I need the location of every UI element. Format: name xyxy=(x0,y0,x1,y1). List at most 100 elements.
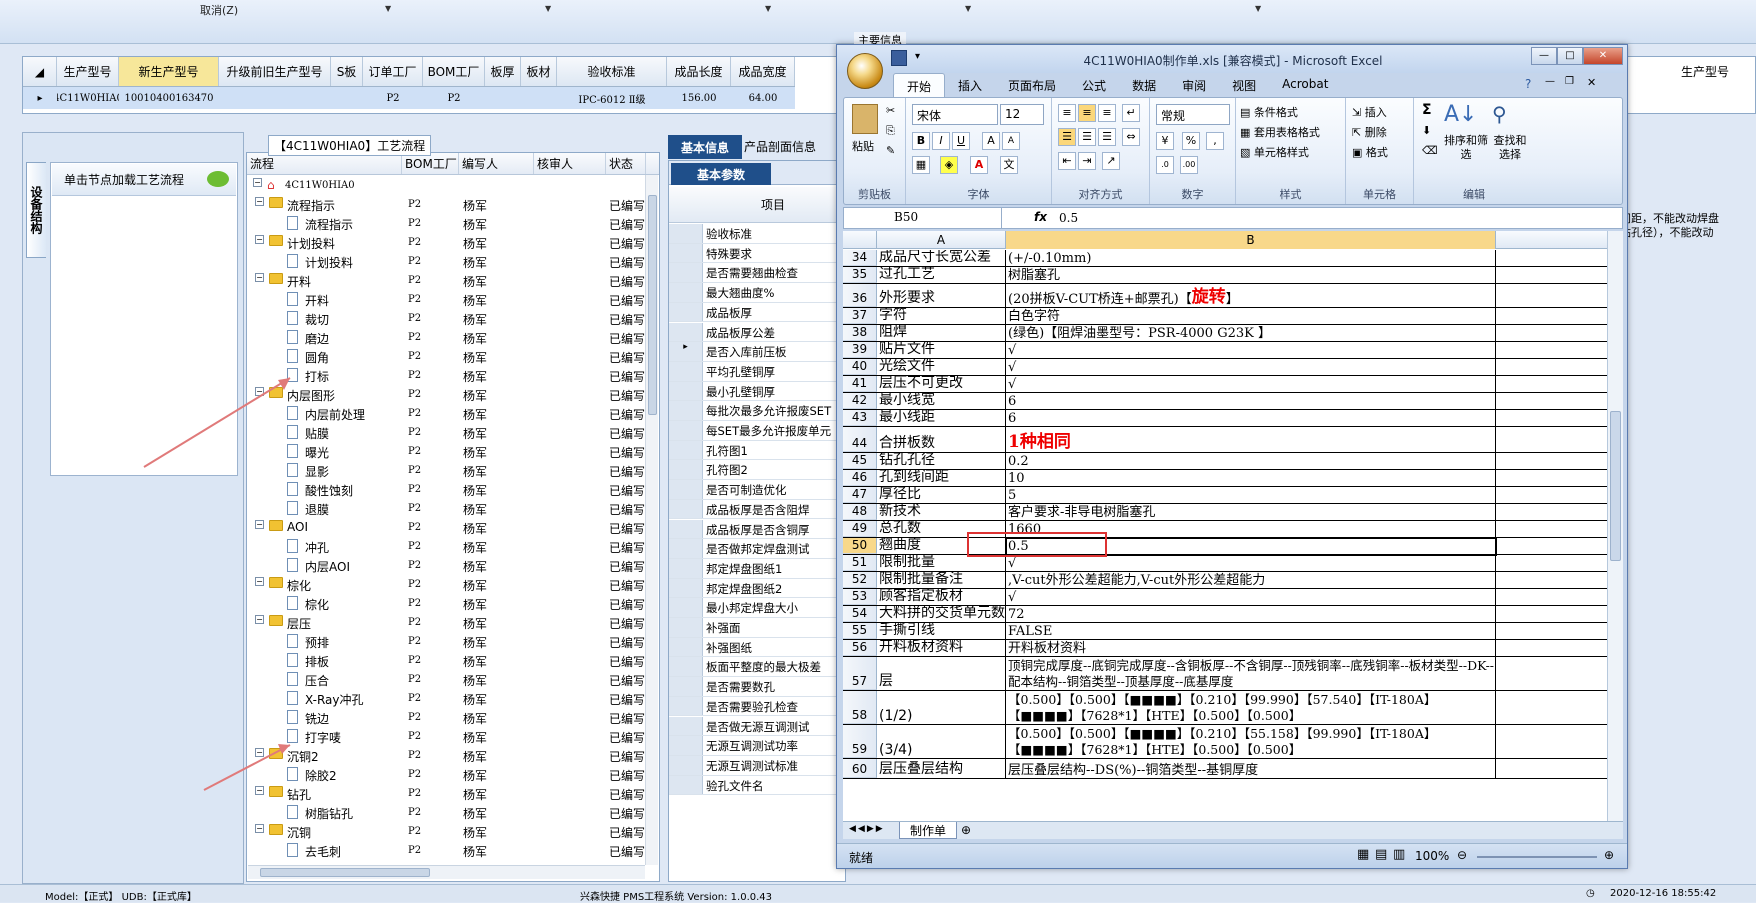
row-header[interactable]: 44 xyxy=(843,427,877,452)
sheet-row[interactable]: 51 限制批量 √ xyxy=(843,555,1623,572)
cell-b[interactable]: 6 xyxy=(1006,393,1496,409)
cell-a[interactable]: 贴片文件 xyxy=(877,342,1006,358)
conditional-format-button[interactable]: ▤ 条件格式 xyxy=(1240,104,1298,120)
param-row[interactable]: 每SET最多允许报废单元 xyxy=(669,421,845,441)
find-select-icon[interactable]: ⚲ xyxy=(1492,102,1507,126)
tree-node[interactable]: 开料 P2 杨军 已编写 xyxy=(247,290,647,309)
param-row[interactable]: 补强图纸 xyxy=(669,637,845,658)
param-row[interactable]: ▸ 是否入库前压板 xyxy=(669,342,845,362)
param-row[interactable]: 成品板厚公差 xyxy=(669,322,845,343)
cell-width[interactable]: 64.00 xyxy=(731,87,795,109)
format-painter-icon[interactable]: ✎ xyxy=(886,144,895,157)
cell-a[interactable]: 光绘文件 xyxy=(877,359,1006,375)
row-header[interactable]: 35 xyxy=(843,267,877,283)
param-row[interactable]: 无源互调测试功率 xyxy=(669,736,845,756)
cell-thickness[interactable] xyxy=(485,87,521,109)
sheet-row[interactable]: 55 手撕引线 FALSE xyxy=(843,623,1623,640)
tab-data[interactable]: 数据 xyxy=(1119,73,1169,97)
tab-formulas[interactable]: 公式 xyxy=(1069,73,1119,97)
close-button[interactable]: ✕ xyxy=(1583,47,1623,65)
select-all-corner[interactable] xyxy=(843,231,877,249)
tree-col-header[interactable]: 流程 xyxy=(247,153,402,174)
paste-icon[interactable] xyxy=(852,104,878,134)
param-row[interactable]: 板面平整度的最大极差 xyxy=(669,657,845,678)
tree-node[interactable]: 流程指示 P2 杨军 已编写 xyxy=(247,214,647,233)
sheet-row[interactable]: 34 成品尺寸长宽公差 (+/-0.10mm) xyxy=(843,250,1623,267)
tree-node[interactable]: 磨边 P2 杨军 已编写 xyxy=(247,328,647,347)
sheet-row[interactable]: 59 (3/4) 【0.500】【0.500】【■■■■】【0.210】【55.15… xyxy=(843,725,1623,759)
cell-s-board[interactable] xyxy=(331,87,363,109)
tree-node[interactable]: 裁切 P2 杨军 已编写 xyxy=(247,309,647,328)
tree-node[interactable]: − 计划投料 P2 杨军 已编写 xyxy=(247,233,647,252)
percent-icon[interactable]: % xyxy=(1182,132,1200,150)
cell-a[interactable]: 过孔工艺 xyxy=(877,267,1006,283)
cell-prod-model[interactable]: 4C11W0HIA0 xyxy=(57,87,119,109)
sort-filter-button[interactable]: 排序和筛选 xyxy=(1444,134,1488,162)
cell-a[interactable]: 字符 xyxy=(877,308,1006,324)
chevron-down-icon[interactable]: ▼ xyxy=(965,4,971,13)
cell-b[interactable]: 6 xyxy=(1006,410,1496,426)
tab-view[interactable]: 视图 xyxy=(1219,73,1269,97)
number-format-select[interactable]: 常规 xyxy=(1156,104,1230,125)
sheet-row[interactable]: 56 开料板材资料 开料板材资料 xyxy=(843,640,1623,657)
delete-cells-button[interactable]: ⇱ 删除 xyxy=(1352,124,1387,140)
name-box[interactable]: B50 xyxy=(844,208,1002,228)
cell-b[interactable]: (绿色)【阻焊油墨型号：PSR-4000 G23K 】 xyxy=(1006,325,1496,341)
cell-a[interactable]: 外形要求 xyxy=(877,284,1006,307)
minimize-button[interactable]: — xyxy=(1531,47,1557,65)
cell-bom-factory[interactable]: P2 xyxy=(423,87,485,109)
merge-icon[interactable]: ⇔ xyxy=(1122,128,1140,146)
tree-root[interactable]: − ⌂ 4C11W0HIA0 xyxy=(247,176,647,195)
grid-col-header[interactable]: 订单工厂 xyxy=(363,57,423,86)
underline-icon[interactable]: U xyxy=(952,132,970,150)
cell-a[interactable]: 合拼板数 xyxy=(877,427,1006,452)
cell-b[interactable]: 0.2 xyxy=(1006,453,1496,469)
fill-color-icon[interactable]: ◈ xyxy=(940,156,958,174)
clear-icon[interactable]: ⌫ xyxy=(1422,144,1438,157)
param-row[interactable]: 最小孔壁铜厚 xyxy=(669,381,845,402)
format-as-table-button[interactable]: ▦ 套用表格格式 xyxy=(1240,124,1320,140)
row-header[interactable]: 40 xyxy=(843,359,877,375)
row-header[interactable]: 50 xyxy=(843,538,877,554)
font-size-select[interactable]: 12 xyxy=(1000,104,1044,125)
format-cells-button[interactable]: ▣ 格式 xyxy=(1352,144,1388,160)
param-row[interactable]: 孔符图2 xyxy=(669,460,845,481)
shrink-font-icon[interactable]: A xyxy=(1002,132,1020,150)
increase-decimal-icon[interactable]: .0 xyxy=(1156,156,1174,174)
cell-b[interactable]: √ xyxy=(1006,376,1496,392)
chevron-down-icon[interactable]: ▼ xyxy=(545,4,551,13)
align-right-icon[interactable]: ☰ xyxy=(1098,128,1116,146)
autosum-icon[interactable]: Σ xyxy=(1422,102,1432,118)
excel-titlebar[interactable]: 4C11W0HIA0制作单.xls [兼容模式] - Microsoft Exc… xyxy=(837,45,1627,73)
row-header[interactable]: 39 xyxy=(843,342,877,358)
cell-a[interactable]: 限制批量备注 xyxy=(877,572,1006,588)
row-header[interactable]: 46 xyxy=(843,470,877,486)
cell-b[interactable]: 层压叠层结构--DS(%)--铜箔类型--基铜厚度 xyxy=(1006,759,1496,778)
tree-col-header[interactable]: 编写人 xyxy=(459,153,534,174)
column-header-a[interactable]: A xyxy=(877,231,1006,249)
row-header[interactable]: 53 xyxy=(843,589,877,605)
decrease-decimal-icon[interactable]: .00 xyxy=(1180,156,1198,174)
sheet-row[interactable]: 35 过孔工艺 树脂塞孔 xyxy=(843,267,1623,284)
sheet-nav-icon[interactable]: ◀◀▶▶ xyxy=(849,824,885,834)
row-header[interactable]: 47 xyxy=(843,487,877,503)
param-row[interactable]: 是否需要验孔检查 xyxy=(669,696,845,717)
close-icon[interactable]: ✕ xyxy=(1587,76,1596,89)
tree-node[interactable]: 去毛刺 P2 杨军 已编写 xyxy=(247,841,647,860)
align-center-icon[interactable]: ☰ xyxy=(1078,128,1096,146)
cell-a[interactable]: 层压叠层结构 xyxy=(877,759,1006,778)
tree-node[interactable]: − 开料 P2 杨军 已编写 xyxy=(247,271,647,290)
grid-col-header[interactable]: 验收标准 xyxy=(557,57,667,86)
phonetic-icon[interactable]: 文 xyxy=(1000,156,1018,174)
help-icon[interactable]: ? xyxy=(1525,77,1531,91)
copy-icon[interactable]: ⎘ xyxy=(886,124,895,138)
table-row[interactable]: ▸ 4C11W0HIA0 10010400163470 P2 P2 IPC-60… xyxy=(23,87,795,109)
cell-b[interactable]: ,V-cut外形公差超能力,V-cut外形公差超能力 xyxy=(1006,572,1496,588)
tree-col-header[interactable]: 状态 xyxy=(606,153,646,174)
new-sheet-icon[interactable]: ⊕ xyxy=(961,823,971,837)
view-normal-icon[interactable]: ▦ xyxy=(1357,847,1369,862)
cell-a[interactable]: 钻孔孔径 xyxy=(877,453,1006,469)
row-header[interactable]: 52 xyxy=(843,572,877,588)
worksheet[interactable]: A B 34 成品尺寸长宽公差 (+/-0.10mm) 35 过孔工艺 树脂塞孔 36 外形要… xyxy=(843,231,1623,821)
cell-b[interactable]: √ xyxy=(1006,359,1496,375)
